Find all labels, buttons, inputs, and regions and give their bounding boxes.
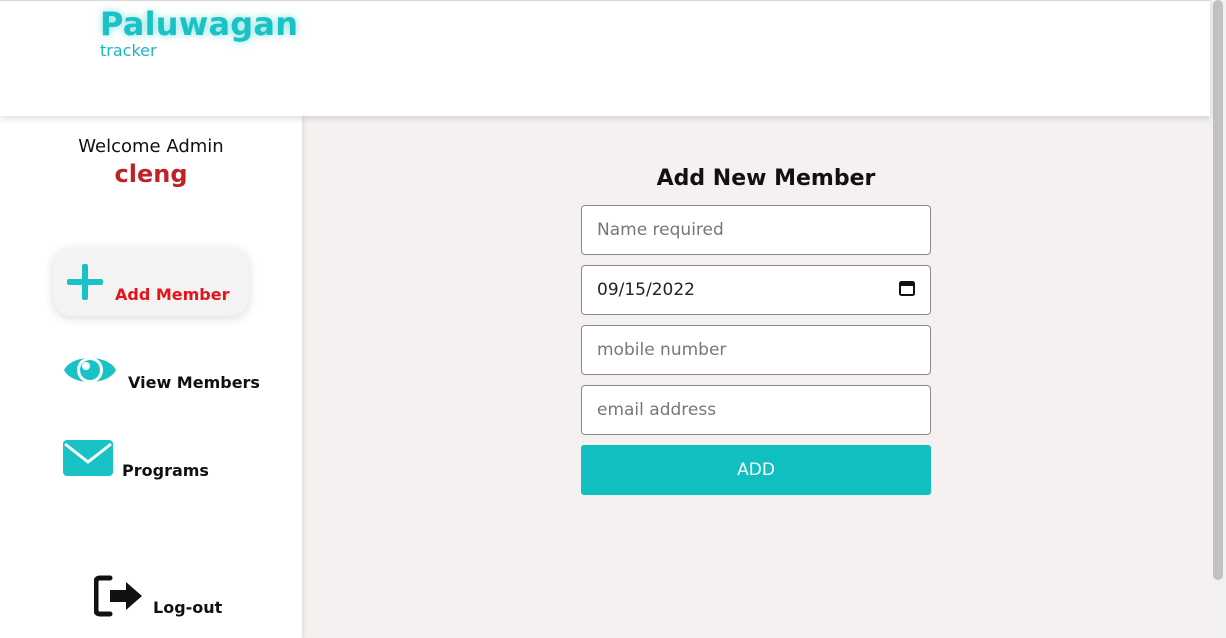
- date-input[interactable]: 09/15/2022: [581, 265, 931, 315]
- main-content: Add New Member 09/15/2022 ADD: [302, 116, 1210, 638]
- sidebar-item-label: View Members: [128, 373, 260, 392]
- logout-icon: [93, 574, 146, 622]
- plus-icon: [65, 262, 105, 306]
- sidebar-item-add-member[interactable]: Add Member: [53, 248, 249, 316]
- name-input[interactable]: [581, 205, 931, 255]
- form-title: Add New Member: [656, 166, 876, 191]
- envelope-icon: [62, 438, 114, 482]
- date-value: 09/15/2022: [597, 280, 695, 300]
- eye-icon: [62, 348, 118, 396]
- app-header: Paluwagan tracker: [0, 0, 1210, 116]
- sidebar-item-logout[interactable]: Log-out: [93, 574, 234, 618]
- page-scrollbar[interactable]: [1210, 0, 1226, 638]
- welcome-text: Welcome Admin: [78, 136, 224, 157]
- brand-tagline: tracker: [100, 41, 157, 60]
- scrollbar-thumb[interactable]: [1213, 0, 1223, 580]
- sidebar-item-label: Log-out: [153, 598, 223, 617]
- sidebar-item-label: Add Member: [115, 285, 230, 304]
- admin-username: cleng: [114, 160, 188, 188]
- calendar-icon[interactable]: [899, 280, 915, 301]
- mobile-number-input[interactable]: [581, 325, 931, 375]
- sidebar: Welcome Admin cleng Add Member View Memb…: [0, 116, 302, 638]
- sidebar-item-view-members[interactable]: View Members: [62, 348, 262, 394]
- sidebar-item-programs[interactable]: Programs: [62, 438, 222, 482]
- email-address-input[interactable]: [581, 385, 931, 435]
- brand-title[interactable]: Paluwagan: [100, 5, 298, 43]
- add-button[interactable]: ADD: [581, 445, 931, 495]
- sidebar-item-label: Programs: [122, 461, 209, 480]
